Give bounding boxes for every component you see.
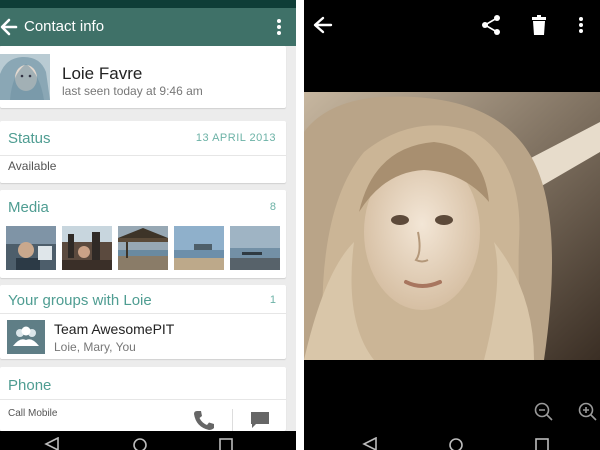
media-thumbnail[interactable]: [118, 226, 168, 270]
recents-nav-icon[interactable]: [534, 437, 550, 450]
group-members: Loie, Mary, You: [54, 340, 136, 354]
media-thumbnail[interactable]: [62, 226, 112, 270]
groups-count: 1: [269, 294, 276, 306]
group-name: Team AwesomePIT: [54, 321, 175, 337]
last-seen-text: last seen today at 9:46 am: [62, 84, 203, 98]
zoom-out-icon[interactable]: [534, 402, 554, 422]
phone-section: Phone Call Mobile: [0, 367, 286, 431]
navigation-bar: [304, 431, 600, 450]
divider: [0, 155, 286, 156]
contact-photo[interactable]: [304, 92, 600, 360]
photo-viewer-screen: [304, 0, 600, 450]
groups-title: Your groups with Loie: [8, 292, 152, 309]
media-strip: [6, 226, 286, 270]
divider: [232, 409, 233, 431]
contact-info-screen: Contact info Loie Favre last seen today …: [0, 0, 296, 450]
groups-section: Your groups with Loie 1 Team AwesomePIT …: [0, 285, 286, 359]
app-bar: Contact info: [0, 8, 296, 46]
more-vertical-icon[interactable]: [276, 17, 282, 37]
media-thumbnail[interactable]: [6, 226, 56, 270]
media-thumbnail[interactable]: [174, 226, 224, 270]
home-nav-icon[interactable]: [448, 437, 464, 450]
status-date: 13 APRIL 2013: [195, 132, 276, 144]
status-section[interactable]: Status 13 APRIL 2013 Available: [0, 121, 286, 183]
media-section: Media 8: [0, 190, 286, 278]
contact-header: Loie Favre: [0, 46, 286, 108]
media-thumbnail[interactable]: [230, 226, 280, 270]
more-vertical-icon[interactable]: [578, 14, 586, 36]
navigation-bar: [0, 431, 296, 450]
phone-icon[interactable]: [192, 409, 216, 431]
recents-nav-icon[interactable]: [218, 437, 234, 450]
page-title: Contact info: [24, 18, 105, 35]
divider: [0, 313, 286, 314]
delete-icon[interactable]: [528, 14, 550, 36]
phone-type: Call Mobile: [8, 408, 58, 419]
arrow-back-icon[interactable]: [312, 14, 334, 36]
zoom-in-icon[interactable]: [578, 402, 598, 422]
back-nav-icon[interactable]: [362, 437, 378, 450]
back-nav-icon[interactable]: [44, 437, 60, 450]
media-count: 8: [269, 201, 276, 213]
group-icon: [7, 320, 45, 354]
avatar[interactable]: [0, 54, 50, 100]
divider: [0, 399, 286, 400]
status-bar: [0, 0, 296, 8]
share-icon[interactable]: [480, 14, 502, 36]
contact-name: Loie Favre: [62, 64, 143, 83]
home-nav-icon[interactable]: [132, 437, 148, 450]
phone-title: Phone: [8, 377, 52, 394]
status-title: Status: [8, 130, 51, 147]
status-text: Available: [8, 159, 57, 173]
arrow-back-icon[interactable]: [0, 13, 20, 41]
media-title: Media: [8, 199, 49, 216]
message-icon[interactable]: [250, 411, 270, 429]
